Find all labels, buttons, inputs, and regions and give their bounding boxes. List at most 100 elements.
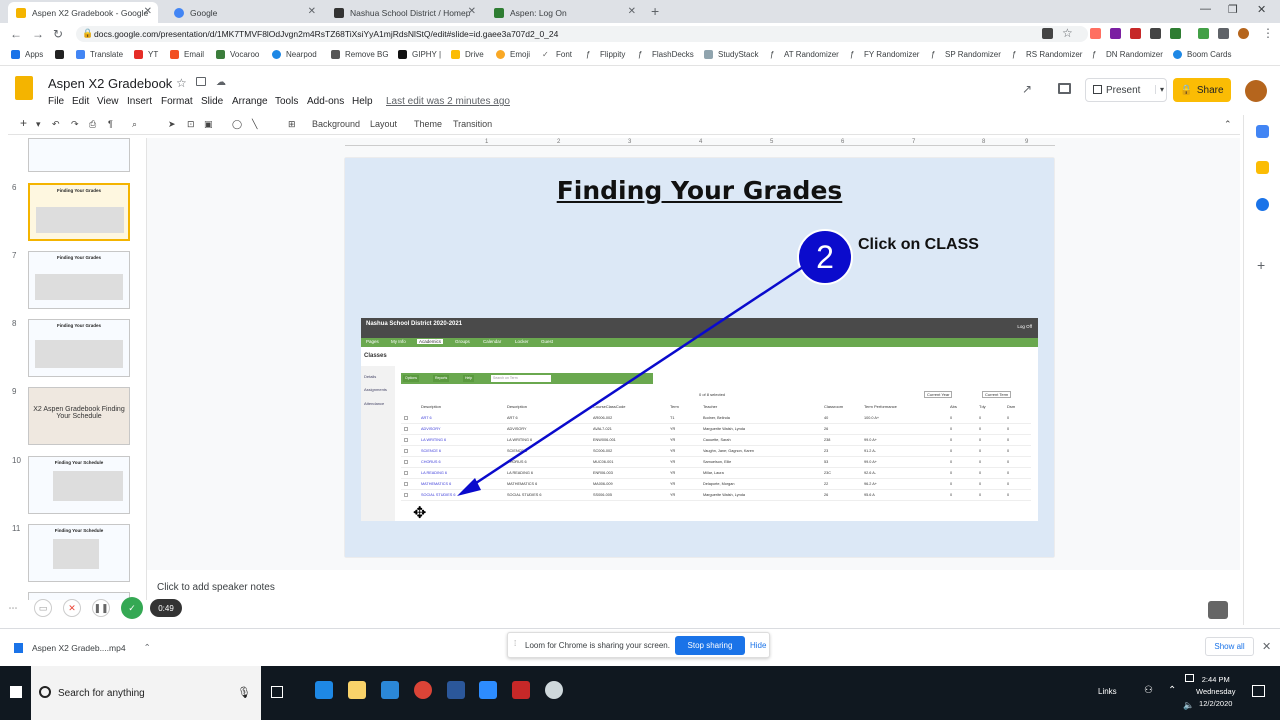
class-link[interactable]: MATHEMATICS 6 xyxy=(421,482,451,486)
menu-tools[interactable]: Tools xyxy=(275,96,298,107)
move-folder-icon[interactable] xyxy=(196,77,206,86)
restore-icon[interactable]: ❐ xyxy=(1228,3,1238,16)
layout-button[interactable]: Layout xyxy=(370,119,397,129)
microphone-icon[interactable]: 🎙 xyxy=(237,686,251,699)
download-item[interactable]: Aspen X2 Gradeb....mp4 ⌃ xyxy=(14,642,151,653)
star-icon[interactable]: ☆ xyxy=(176,76,187,90)
bookmark-drive[interactable]: Drive xyxy=(451,50,484,59)
file-explorer-icon[interactable] xyxy=(348,681,366,699)
embedded-aspen-screenshot[interactable]: Nashua School District 2020-2021 Log Off… xyxy=(361,318,1038,521)
chrome-icon[interactable] xyxy=(414,681,432,699)
bookmark-emoji[interactable]: Emoji xyxy=(496,50,530,59)
class-row[interactable]: SOCIAL STUDIES 6 SOCIAL STUDIES 6 SS006-00… xyxy=(401,490,1031,501)
row-checkbox[interactable] xyxy=(404,416,408,420)
bookmark-giphy[interactable]: GIPHY | xyxy=(398,50,441,59)
explore-icon[interactable] xyxy=(1208,601,1228,619)
bookmark-star-icon[interactable]: ☆ xyxy=(1062,26,1073,40)
class-row[interactable]: LA READING 6 LA READING 6 ENR06-003 YR Milla… xyxy=(401,468,1031,479)
drag-handle-icon[interactable]: ⁞ xyxy=(514,639,516,648)
bookmark-boom-cards[interactable]: Boom Cards xyxy=(1173,50,1231,59)
stop-sharing-button[interactable]: Stop sharing xyxy=(675,636,745,655)
menu-format[interactable]: Format xyxy=(161,96,193,107)
address-bar[interactable]: 🔒 docs.google.com/presentation/d/1MK7TMV… xyxy=(76,26,1088,42)
hide-button[interactable]: Hide xyxy=(750,641,766,650)
bookmark-translate[interactable]: Translate xyxy=(76,50,123,59)
new-tab-icon[interactable]: + xyxy=(651,3,659,19)
speaker-notes[interactable]: Click to add speaker notes xyxy=(147,575,1240,600)
bookmark-flippity[interactable]: ƒ Flippity xyxy=(586,50,625,59)
bookmark-at-randomizer[interactable]: ƒ AT Randomizer xyxy=(770,50,839,59)
menu-insert[interactable]: Insert xyxy=(127,96,152,107)
document-title[interactable]: Aspen X2 Gradebook xyxy=(48,76,172,91)
cancel-recording-icon[interactable]: ✕ xyxy=(63,599,81,617)
class-link[interactable]: ART 6 xyxy=(421,416,432,420)
links-toolbar[interactable]: Links xyxy=(1098,687,1117,696)
bookmark-email[interactable]: Email xyxy=(170,50,204,59)
shape-icon[interactable]: ◯ xyxy=(232,119,242,130)
class-row[interactable]: ADVISORY ADVISORY AVAL7-021 YR Marguerite Wa… xyxy=(401,424,1031,435)
close-tab-icon[interactable]: ✕ xyxy=(628,6,636,17)
step-instruction[interactable]: Click on CLASS xyxy=(858,236,979,254)
row-checkbox[interactable] xyxy=(404,438,408,442)
keep-icon[interactable] xyxy=(1256,161,1269,174)
show-all-downloads-button[interactable]: Show all xyxy=(1205,637,1254,656)
chevron-up-icon[interactable]: ⌃ xyxy=(1168,685,1176,696)
bookmark-flashdecks[interactable]: ƒ FlashDecks xyxy=(638,50,694,59)
class-link[interactable]: CHORUS 6 xyxy=(421,460,441,464)
finish-recording-icon[interactable]: ✓ xyxy=(121,597,143,619)
bookmark-sp-randomizer[interactable]: ƒ SP Randomizer xyxy=(931,50,1001,59)
close-tab-icon[interactable]: ✕ xyxy=(308,6,316,17)
slide-thumbnail[interactable] xyxy=(28,138,130,172)
share-button[interactable]: 🔒 Share xyxy=(1173,78,1231,102)
profile-avatar[interactable] xyxy=(1238,28,1249,39)
window-close-icon[interactable]: ✕ xyxy=(1257,3,1266,16)
bookmark-rs-randomizer[interactable]: ƒ RS Randomizer xyxy=(1012,50,1082,59)
class-link[interactable]: SCIENCE 6 xyxy=(421,449,441,453)
slide-title[interactable]: Finding Your Grades xyxy=(345,176,1054,205)
back-icon[interactable]: ← xyxy=(10,27,22,41)
menu-file[interactable]: File xyxy=(48,96,64,107)
app-icon[interactable] xyxy=(512,681,530,699)
slide-thumbnail[interactable]: X2 Aspen Gradebook Finding Your Schedule xyxy=(28,387,130,445)
camera-icon[interactable]: ▭ xyxy=(34,599,52,617)
menu-arrange[interactable]: Arrange xyxy=(232,96,268,107)
undo-icon[interactable]: ↶ xyxy=(52,119,60,130)
image-icon[interactable]: ▣ xyxy=(204,119,213,130)
print-icon[interactable]: ⎙ xyxy=(89,119,96,130)
class-row[interactable]: ART 6 ART 6 AR006-002 T1 Bodner, Belinda 40 10… xyxy=(401,413,1031,424)
tab-nashua-district[interactable]: Nashua School District / Homep ✕ xyxy=(326,2,482,23)
cast-icon[interactable] xyxy=(1042,28,1053,39)
zoom-app-icon[interactable] xyxy=(479,681,497,699)
bookmark-yt[interactable]: YT xyxy=(134,50,158,59)
menu-addons[interactable]: Add-ons xyxy=(307,96,344,107)
row-checkbox[interactable] xyxy=(404,460,408,464)
tasks-icon[interactable] xyxy=(1256,198,1269,211)
row-checkbox[interactable] xyxy=(404,493,408,497)
calendar-icon[interactable] xyxy=(1256,125,1269,138)
paint-format-icon[interactable]: ¶ xyxy=(108,119,113,129)
theme-button[interactable]: Theme xyxy=(414,119,442,129)
row-checkbox[interactable] xyxy=(404,482,408,486)
menu-help[interactable]: Help xyxy=(352,96,373,107)
extension-icon[interactable] xyxy=(1170,28,1181,39)
class-link[interactable]: SOCIAL STUDIES 6 xyxy=(421,493,455,497)
row-checkbox[interactable] xyxy=(404,471,408,475)
add-addon-icon[interactable]: + xyxy=(1257,257,1265,273)
minimize-icon[interactable]: — xyxy=(1200,3,1211,15)
chevron-up-icon[interactable]: ⌃ xyxy=(144,642,151,653)
new-slide-icon[interactable]: + xyxy=(20,116,27,130)
slide-thumbnail-selected[interactable]: Finding Your Grades xyxy=(28,183,130,241)
bookmark-dn-randomizer[interactable]: ƒ DN Randomizer xyxy=(1092,50,1163,59)
last-edit-link[interactable]: Last edit was 2 minutes ago xyxy=(386,96,510,107)
bookmark-vocaroo[interactable]: Vocaroo xyxy=(216,50,259,59)
taskbar-search[interactable]: Search for anything 🎙 xyxy=(31,666,261,720)
collapse-toolbar-icon[interactable]: ⌃ xyxy=(1224,119,1232,130)
bookmark-removebg[interactable]: Remove BG xyxy=(331,50,389,59)
bookmark-studystack[interactable]: StudyStack xyxy=(704,50,758,59)
close-tab-icon[interactable]: ✕ xyxy=(144,6,152,17)
slides-logo-icon[interactable] xyxy=(15,76,33,100)
close-download-bar-icon[interactable]: ✕ xyxy=(1262,640,1271,653)
current-slide[interactable]: Finding Your Grades Nashua School Distri… xyxy=(345,158,1054,557)
menu-edit[interactable]: Edit xyxy=(72,96,89,107)
people-icon[interactable]: ⚇ xyxy=(1144,685,1153,696)
